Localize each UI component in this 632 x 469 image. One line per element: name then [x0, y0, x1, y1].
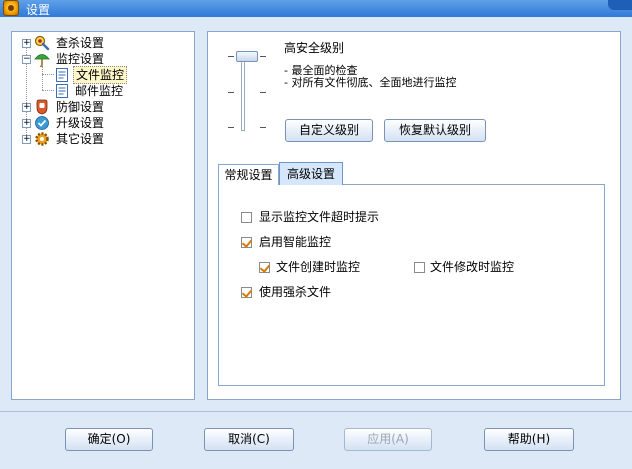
umbrella-monitor-icon — [34, 54, 50, 67]
tree-item-label: 查杀设置 — [56, 36, 105, 50]
slider-tick — [260, 92, 266, 93]
file-doc-icon — [56, 68, 68, 82]
checkbox-label: 启用智能监控 — [259, 235, 332, 249]
tree-item-label: 监控设置 — [56, 52, 105, 66]
checkbox-label: 显示监控文件超时提示 — [259, 210, 380, 224]
security-level-description: - 对所有文件彻底、全面地进行监控 — [284, 76, 457, 89]
settings-tree: + 查杀设置 − 监控设置 文件监控 邮件监控 + 防御设置 + 升级设置 + … — [11, 31, 195, 400]
tree-item-monitor-settings[interactable]: − 监控设置 — [12, 51, 192, 67]
app-logo-icon — [3, 0, 19, 16]
slider-tick — [228, 92, 234, 93]
footer-divider — [0, 411, 632, 412]
tree-item-defense-settings[interactable]: + 防御设置 — [12, 99, 192, 115]
window-title: 设置 — [26, 3, 51, 17]
close-button[interactable] — [608, 0, 632, 10]
slider-tick — [228, 127, 234, 128]
security-level-slider-thumb[interactable] — [236, 51, 258, 62]
restore-default-level-button[interactable]: 恢复默认级别 — [384, 119, 486, 142]
file-doc-icon — [56, 84, 68, 98]
checkbox-label: 使用强杀文件 — [259, 285, 332, 299]
force-kill-checkbox[interactable] — [241, 287, 252, 298]
checkbox-label: 文件创建时监控 — [276, 260, 361, 274]
monitor-on-create-checkbox[interactable] — [259, 262, 270, 273]
tree-item-file-monitor[interactable]: 文件监控 — [12, 66, 192, 84]
tree-item-label: 升级设置 — [56, 116, 105, 130]
timeout-prompt-checkbox[interactable] — [241, 212, 252, 223]
expand-icon[interactable]: + — [22, 119, 31, 128]
settings-window: 设置 + 查杀设置 − 监控设置 文件监控 邮件监控 + 防御设置 + 升级设置… — [0, 0, 632, 469]
security-level-title: 高安全级别 — [284, 41, 345, 55]
tree-item-scan-settings[interactable]: + 查杀设置 — [12, 35, 192, 51]
magnifier-virus-icon — [34, 35, 50, 51]
tree-item-label: 防御设置 — [56, 100, 105, 114]
expand-icon[interactable]: + — [22, 103, 31, 112]
refresh-check-icon — [35, 116, 49, 130]
slider-tick — [260, 56, 266, 57]
help-button[interactable]: 帮助(H) — [484, 428, 574, 451]
tree-item-label: 文件监控 — [73, 66, 128, 84]
slider-tick — [228, 56, 234, 57]
security-level-slider-track[interactable] — [241, 53, 245, 131]
tree-item-mail-monitor[interactable]: 邮件监控 — [12, 83, 192, 99]
smart-monitor-checkbox[interactable] — [241, 237, 252, 248]
shield-glove-icon — [36, 99, 48, 115]
tree-item-other-settings[interactable]: + 其它设置 — [12, 131, 192, 147]
tab-general-settings[interactable]: 常规设置 — [218, 164, 279, 185]
gear-icon — [35, 132, 49, 146]
ok-button[interactable]: 确定(O) — [65, 428, 153, 451]
tab-advanced-settings[interactable]: 高级设置 — [279, 162, 343, 185]
cancel-button[interactable]: 取消(C) — [204, 428, 294, 451]
tree-item-label: 邮件监控 — [75, 84, 124, 98]
title-bar[interactable]: 设置 — [0, 0, 632, 17]
slider-tick — [260, 127, 266, 128]
checkbox-label: 文件修改时监控 — [430, 260, 515, 274]
expand-icon[interactable]: + — [22, 135, 31, 144]
collapse-icon[interactable]: − — [22, 55, 31, 64]
tree-item-label: 其它设置 — [56, 132, 105, 146]
tree-item-update-settings[interactable]: + 升级设置 — [12, 115, 192, 131]
custom-level-button[interactable]: 自定义级别 — [285, 119, 373, 142]
monitor-on-modify-checkbox[interactable] — [414, 262, 425, 273]
apply-button[interactable]: 应用(A) — [344, 428, 432, 451]
expand-icon[interactable]: + — [22, 39, 31, 48]
